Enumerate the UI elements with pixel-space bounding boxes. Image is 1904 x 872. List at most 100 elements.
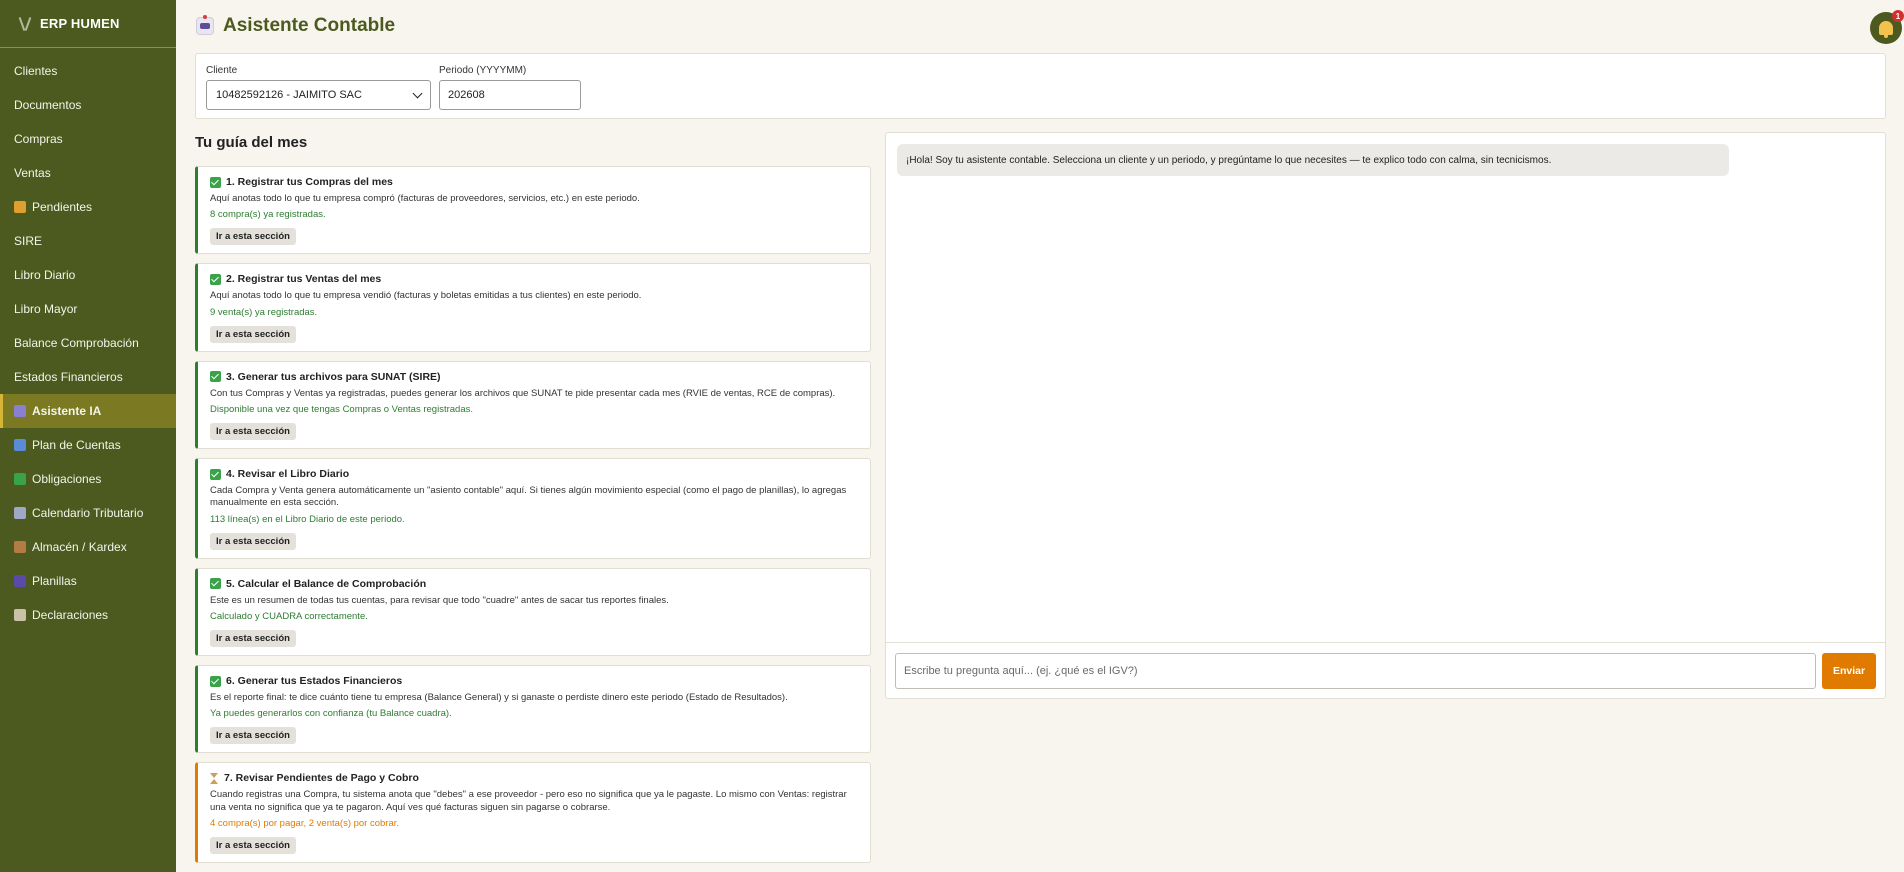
guide-title: Tu guía del mes <box>195 134 308 151</box>
step-title: 7. Revisar Pendientes de Pago y Cobro <box>210 772 860 784</box>
chat-input[interactable]: Escribe tu pregunta aquí... (ej. ¿qué es… <box>895 652 1816 689</box>
logo-icon <box>18 17 32 31</box>
step-status: 113 línea(s) en el Libro Diario de este … <box>210 513 405 525</box>
checkbox-icon <box>210 675 221 687</box>
step-title: 2. Registrar tus Ventas del mes <box>210 273 860 285</box>
sidebar-item-plan-de-cuentas[interactable]: Plan de Cuentas <box>0 428 176 462</box>
sidebar-item-sire[interactable]: SIRE <box>0 224 176 258</box>
sidebar: ERP HUMEN Clientes Documentos Compras Venta… <box>0 0 176 872</box>
sidebar-item-label: Pendientes <box>32 200 93 214</box>
guide-step: 7. Revisar Pendientes de Pago y Cobro Cua… <box>195 762 871 864</box>
step-status: Ya puedes generarlos con confianza (tu B… <box>210 708 452 720</box>
checkbox-icon <box>210 273 221 285</box>
step-title: 5. Calcular el Balance de Comprobación <box>210 578 860 590</box>
sidebar-item-compras[interactable]: Compras <box>0 122 176 156</box>
sidebar-item-documentos[interactable]: Documentos <box>0 88 176 122</box>
step-description: Cada Compra y Venta genera automáticamen… <box>210 485 847 509</box>
go-to-section-button[interactable]: Ir a esta sección <box>210 228 296 246</box>
sidebar-item-label: Clientes <box>14 64 58 78</box>
sidebar-nav: Clientes Documentos Compras Ventas Pendiente… <box>0 48 176 632</box>
step-title: 6. Generar tus Estados Financieros <box>210 675 860 687</box>
step-status: 8 compra(s) ya registradas. <box>210 209 326 221</box>
page-title: Asistente Contable <box>223 15 396 36</box>
step-title-text: 6. Generar tus Estados Financieros <box>226 675 403 688</box>
sidebar-item-label: Libro Diario <box>14 268 76 282</box>
guide-step: 1. Registrar tus Compras del mes Aquí ano… <box>195 166 871 255</box>
step-title: 1. Registrar tus Compras del mes <box>210 176 860 188</box>
step-description: Es el reporte final: te dice cuánto tien… <box>210 692 788 704</box>
period-label: Periodo (YYYYMM) <box>439 65 527 76</box>
step-description: Este es un resumen de todas tus cuentas,… <box>210 594 669 606</box>
sidebar-item-label: Compras <box>14 132 63 146</box>
go-to-section-button[interactable]: Ir a esta sección <box>210 727 296 745</box>
sidebar-item-label: Plan de Cuentas <box>32 438 121 452</box>
people-icon <box>14 575 26 587</box>
step-title-text: 7. Revisar Pendientes de Pago y Cobro <box>224 772 419 785</box>
sidebar-item-label: Libro Mayor <box>14 302 78 316</box>
step-status: Disponible una vez que tengas Compras o … <box>210 404 473 416</box>
brand[interactable]: ERP HUMEN <box>0 0 176 48</box>
calendar-icon <box>14 507 26 519</box>
checkbox-icon <box>14 473 26 485</box>
sidebar-item-asistente-ia[interactable]: Asistente IA <box>0 394 176 428</box>
step-title-text: 4. Revisar el Libro Diario <box>226 468 350 481</box>
sidebar-item-almacén-kardex[interactable]: Almacén / Kardex <box>0 530 176 564</box>
chat-panel: ¡Hola! Soy tu asistente contable. Selecc… <box>885 132 1886 699</box>
step-status: 4 compra(s) por pagar, 2 venta(s) por co… <box>210 818 400 830</box>
money-bag-icon <box>14 201 26 213</box>
step-title-text: 2. Registrar tus Ventas del mes <box>226 273 382 286</box>
robot-icon <box>14 405 26 417</box>
go-to-section-button[interactable]: Ir a esta sección <box>210 532 296 550</box>
assistant-message: ¡Hola! Soy tu asistente contable. Selecc… <box>897 144 1729 176</box>
sidebar-item-label: Asistente IA <box>32 404 102 418</box>
sidebar-item-pendientes[interactable]: Pendientes <box>0 190 176 224</box>
sidebar-item-clientes[interactable]: Clientes <box>0 54 176 88</box>
guide-step: 6. Generar tus Estados Financieros Es el … <box>195 665 871 754</box>
go-to-section-button[interactable]: Ir a esta sección <box>210 325 296 343</box>
sidebar-item-label: Obligaciones <box>32 472 102 486</box>
sidebar-item-obligaciones[interactable]: Obligaciones <box>0 462 176 496</box>
guide-step: 5. Calcular el Balance de Comprobación Es… <box>195 567 871 657</box>
sidebar-item-ventas[interactable]: Ventas <box>0 156 176 190</box>
document-icon <box>14 609 26 621</box>
hourglass-icon <box>210 772 219 784</box>
notification-badge: 1 <box>1892 10 1904 22</box>
step-description: Cuando registras una Compra, tu sistema … <box>210 789 847 813</box>
step-title-text: 1. Registrar tus Compras del mes <box>226 176 393 188</box>
sidebar-item-balance-comprobación[interactable]: Balance Comprobación <box>0 326 176 360</box>
sidebar-item-label: Planillas <box>32 574 77 588</box>
sidebar-item-estados-financieros[interactable]: Estados Financieros <box>0 360 176 394</box>
period-input[interactable]: 202608 <box>439 80 581 110</box>
sidebar-item-label: Balance Comprobación <box>14 336 139 350</box>
send-button[interactable]: Enviar <box>1822 652 1876 689</box>
guide-step: 2. Registrar tus Ventas del mes Aquí anot… <box>195 263 871 352</box>
checkbox-icon <box>210 468 221 480</box>
step-description: Con tus Compras y Ventas ya registradas,… <box>210 387 836 399</box>
sidebar-item-calendario-tributario[interactable]: Calendario Tributario <box>0 496 176 530</box>
sidebar-item-declaraciones[interactable]: Declaraciones <box>0 598 176 632</box>
sidebar-item-label: Declaraciones <box>32 608 109 622</box>
checkbox-icon <box>210 176 221 188</box>
go-to-section-button[interactable]: Ir a esta sección <box>210 630 296 648</box>
step-title: 3. Generar tus archivos para SUNAT (SIRE… <box>210 371 860 383</box>
client-field: Cliente 10482592126 - JAIMITO SAC <box>206 65 431 118</box>
client-select[interactable]: 10482592126 - JAIMITO SAC <box>206 80 431 110</box>
page-header: Asistente Contable 1 <box>176 0 1904 52</box>
checkbox-icon <box>210 371 221 383</box>
chat-composer: Escribe tu pregunta aquí... (ej. ¿qué es… <box>886 642 1885 698</box>
period-field: Periodo (YYYYMM) 202608 <box>439 65 581 118</box>
client-label: Cliente <box>206 65 238 76</box>
chevron-down-icon <box>412 88 423 98</box>
notifications-button[interactable]: 1 <box>1870 10 1904 44</box>
step-title-text: 5. Calcular el Balance de Comprobación <box>226 577 427 590</box>
sidebar-item-libro-mayor[interactable]: Libro Mayor <box>0 292 176 326</box>
go-to-section-button[interactable]: Ir a esta sección <box>210 423 296 441</box>
step-description: Aquí anotas todo lo que tu empresa compr… <box>210 193 640 204</box>
sidebar-item-planillas[interactable]: Planillas <box>0 564 176 598</box>
go-to-section-button[interactable]: Ir a esta sección <box>210 837 296 855</box>
sidebar-item-libro-diario[interactable]: Libro Diario <box>0 258 176 292</box>
package-icon <box>14 541 26 553</box>
sidebar-item-label: Estados Financieros <box>14 370 123 384</box>
bell-icon <box>1879 21 1893 38</box>
sidebar-item-label: Ventas <box>14 166 51 180</box>
